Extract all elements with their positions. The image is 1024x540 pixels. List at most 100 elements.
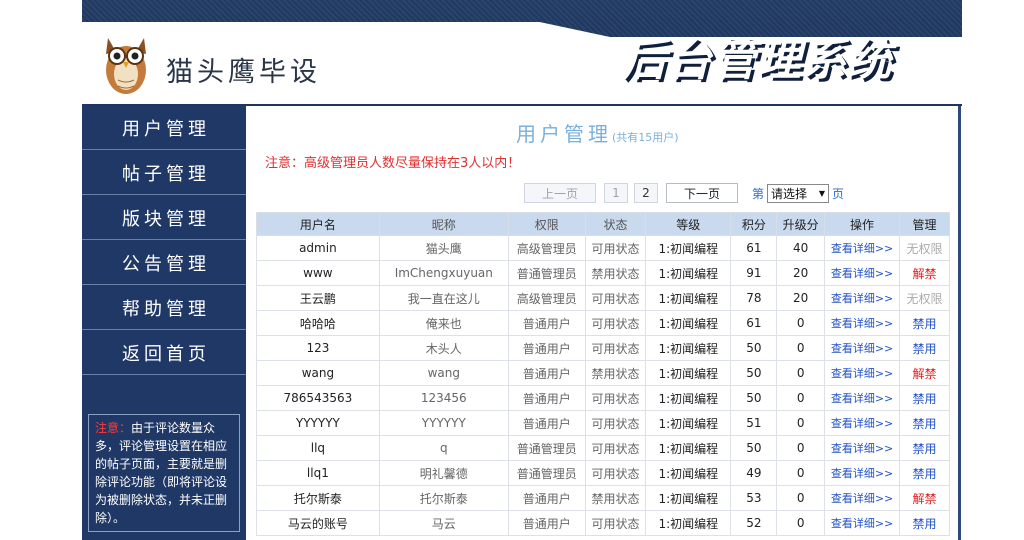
upgrade-cell: 0 — [776, 410, 826, 436]
role-cell: 普通管理员 — [507, 260, 586, 286]
prev-page-button[interactable]: 上一页 — [524, 183, 596, 203]
role-cell: 普通管理员 — [507, 460, 586, 486]
page-title: 用户管理(共有15用户) — [516, 118, 679, 147]
manage-action: 无权限 — [899, 235, 950, 261]
upgrade-cell: 0 — [776, 460, 826, 486]
status-cell: 禁用状态 — [584, 485, 647, 511]
status-cell: 可用状态 — [584, 460, 647, 486]
nickname-cell: ImChengxuyuan — [378, 260, 509, 286]
manage-action: 无权限 — [899, 285, 950, 311]
view-detail-link[interactable]: 查看详细>> — [824, 335, 900, 361]
upgrade-cell: 20 — [776, 285, 826, 311]
view-detail-link[interactable]: 查看详细>> — [824, 310, 900, 336]
points-cell: 50 — [730, 385, 778, 411]
admin-frame: 猫头鹰毕设 后台管理系统 用户管理 帖子管理 版块管理 公告管理 帮助管理 返回… — [82, 0, 962, 540]
brand-name: 猫头鹰毕设 — [166, 57, 321, 88]
username-cell: 哈哈哈 — [256, 310, 380, 336]
view-detail-link[interactable]: 查看详细>> — [824, 235, 900, 261]
level-cell: 1:初闻编程 — [645, 285, 732, 311]
col-level: 等级 — [645, 212, 732, 236]
table-row: YYYYYY YYYYYY 普通用户 可用状态 1:初闻编程 51 0 查看详细>> 禁用 — [256, 410, 950, 436]
manage-action[interactable]: 禁用 — [899, 460, 950, 486]
upgrade-cell: 0 — [776, 435, 826, 461]
page-1-button[interactable]: 1 — [604, 183, 628, 203]
page-select[interactable]: 请选择 ▼ — [767, 183, 830, 203]
col-manage: 管理 — [899, 212, 950, 236]
nickname-cell: 我一直在这儿 — [378, 285, 509, 311]
header: 猫头鹰毕设 后台管理系统 — [82, 0, 962, 106]
table-row: 王云鹏 我一直在这儿 高级管理员 可用状态 1:初闻编程 78 20 查看详细>> 无权限 — [256, 285, 950, 311]
view-detail-link[interactable]: 查看详细>> — [824, 460, 900, 486]
level-cell: 1:初闻编程 — [645, 260, 732, 286]
table-row: wang wang 普通用户 禁用状态 1:初闻编程 50 0 查看详细>> 解禁 — [256, 360, 950, 386]
view-detail-link[interactable]: 查看详细>> — [824, 410, 900, 436]
pagination: 上一页 1 2 下一页 第 请选择 ▼ 页 — [524, 182, 844, 204]
nickname-cell: 猫头鹰 — [378, 235, 509, 261]
role-cell: 普通管理员 — [507, 435, 586, 461]
col-operation: 操作 — [824, 212, 900, 236]
nickname-cell: 托尔斯泰 — [378, 485, 509, 511]
sidebar-notice: 注意：由于评论数量众多，评论管理设置在相应的帖子页面，主要就是删除评论功能（即将… — [88, 414, 240, 532]
view-detail-link[interactable]: 查看详细>> — [824, 285, 900, 311]
sidebar-item-boards[interactable]: 版块管理 — [82, 196, 246, 240]
view-detail-link[interactable]: 查看详细>> — [824, 385, 900, 411]
manage-action[interactable]: 解禁 — [899, 485, 950, 511]
username-cell: 786543563 — [256, 385, 380, 411]
points-cell: 50 — [730, 335, 778, 361]
page-select-value: 请选择 — [771, 186, 808, 201]
level-cell: 1:初闻编程 — [645, 510, 732, 536]
table-row: www ImChengxuyuan 普通管理员 禁用状态 1:初闻编程 91 20 查看详细>… — [256, 260, 950, 286]
role-cell: 高级管理员 — [507, 285, 586, 311]
view-detail-link[interactable]: 查看详细>> — [824, 260, 900, 286]
page-2-button[interactable]: 2 — [634, 183, 658, 203]
level-cell: 1:初闻编程 — [645, 360, 732, 386]
manage-action[interactable]: 禁用 — [899, 410, 950, 436]
table-body: admin 猫头鹰 高级管理员 可用状态 1:初闻编程 61 40 查看详细>> 无权限 www I… — [256, 235, 950, 536]
page-jump: 第 请选择 ▼ 页 — [752, 183, 844, 203]
nickname-cell: 123456 — [378, 385, 509, 411]
username-cell: admin — [256, 235, 380, 261]
points-cell: 91 — [730, 260, 778, 286]
points-cell: 49 — [730, 460, 778, 486]
sidebar-item-users[interactable]: 用户管理 — [82, 106, 246, 150]
nickname-cell: 马云 — [378, 510, 509, 536]
role-cell: 高级管理员 — [507, 235, 586, 261]
points-cell: 78 — [730, 285, 778, 311]
user-count: (共有15用户) — [612, 131, 679, 144]
sidebar-item-help[interactable]: 帮助管理 — [82, 286, 246, 330]
points-cell: 61 — [730, 235, 778, 261]
upgrade-cell: 0 — [776, 510, 826, 536]
owl-logo-icon — [106, 38, 146, 94]
table-row: llq1 明礼馨德 普通管理员 可用状态 1:初闻编程 49 0 查看详细>> 禁用 — [256, 460, 950, 486]
manage-action[interactable]: 禁用 — [899, 335, 950, 361]
table-row: 123 木头人 普通用户 可用状态 1:初闻编程 50 0 查看详细>> 禁用 — [256, 335, 950, 361]
nickname-cell: q — [378, 435, 509, 461]
sidebar-item-home[interactable]: 返回首页 — [82, 331, 246, 375]
next-page-button[interactable]: 下一页 — [666, 183, 738, 203]
status-cell: 禁用状态 — [584, 260, 647, 286]
manage-action[interactable]: 禁用 — [899, 310, 950, 336]
view-detail-link[interactable]: 查看详细>> — [824, 360, 900, 386]
col-username: 用户名 — [256, 212, 380, 236]
status-cell: 可用状态 — [584, 435, 647, 461]
role-cell: 普通用户 — [507, 410, 586, 436]
status-cell: 可用状态 — [584, 285, 647, 311]
view-detail-link[interactable]: 查看详细>> — [824, 510, 900, 536]
manage-action[interactable]: 解禁 — [899, 360, 950, 386]
username-cell: 托尔斯泰 — [256, 485, 380, 511]
role-cell: 普通用户 — [507, 310, 586, 336]
users-table: 用户名 昵称 权限 状态 等级 积分 升级分 操作 管理 admin 猫头鹰 高级管… — [256, 212, 950, 536]
manage-action[interactable]: 解禁 — [899, 260, 950, 286]
username-cell: 马云的账号 — [256, 510, 380, 536]
view-detail-link[interactable]: 查看详细>> — [824, 435, 900, 461]
manage-action[interactable]: 禁用 — [899, 510, 950, 536]
points-cell: 50 — [730, 435, 778, 461]
manage-action[interactable]: 禁用 — [899, 385, 950, 411]
manage-action[interactable]: 禁用 — [899, 435, 950, 461]
sidebar-item-posts[interactable]: 帖子管理 — [82, 151, 246, 195]
table-row: 哈哈哈 俺来也 普通用户 可用状态 1:初闻编程 61 0 查看详细>> 禁用 — [256, 310, 950, 336]
username-cell: 王云鹏 — [256, 285, 380, 311]
level-cell: 1:初闻编程 — [645, 435, 732, 461]
view-detail-link[interactable]: 查看详细>> — [824, 485, 900, 511]
sidebar-item-announcements[interactable]: 公告管理 — [82, 241, 246, 285]
